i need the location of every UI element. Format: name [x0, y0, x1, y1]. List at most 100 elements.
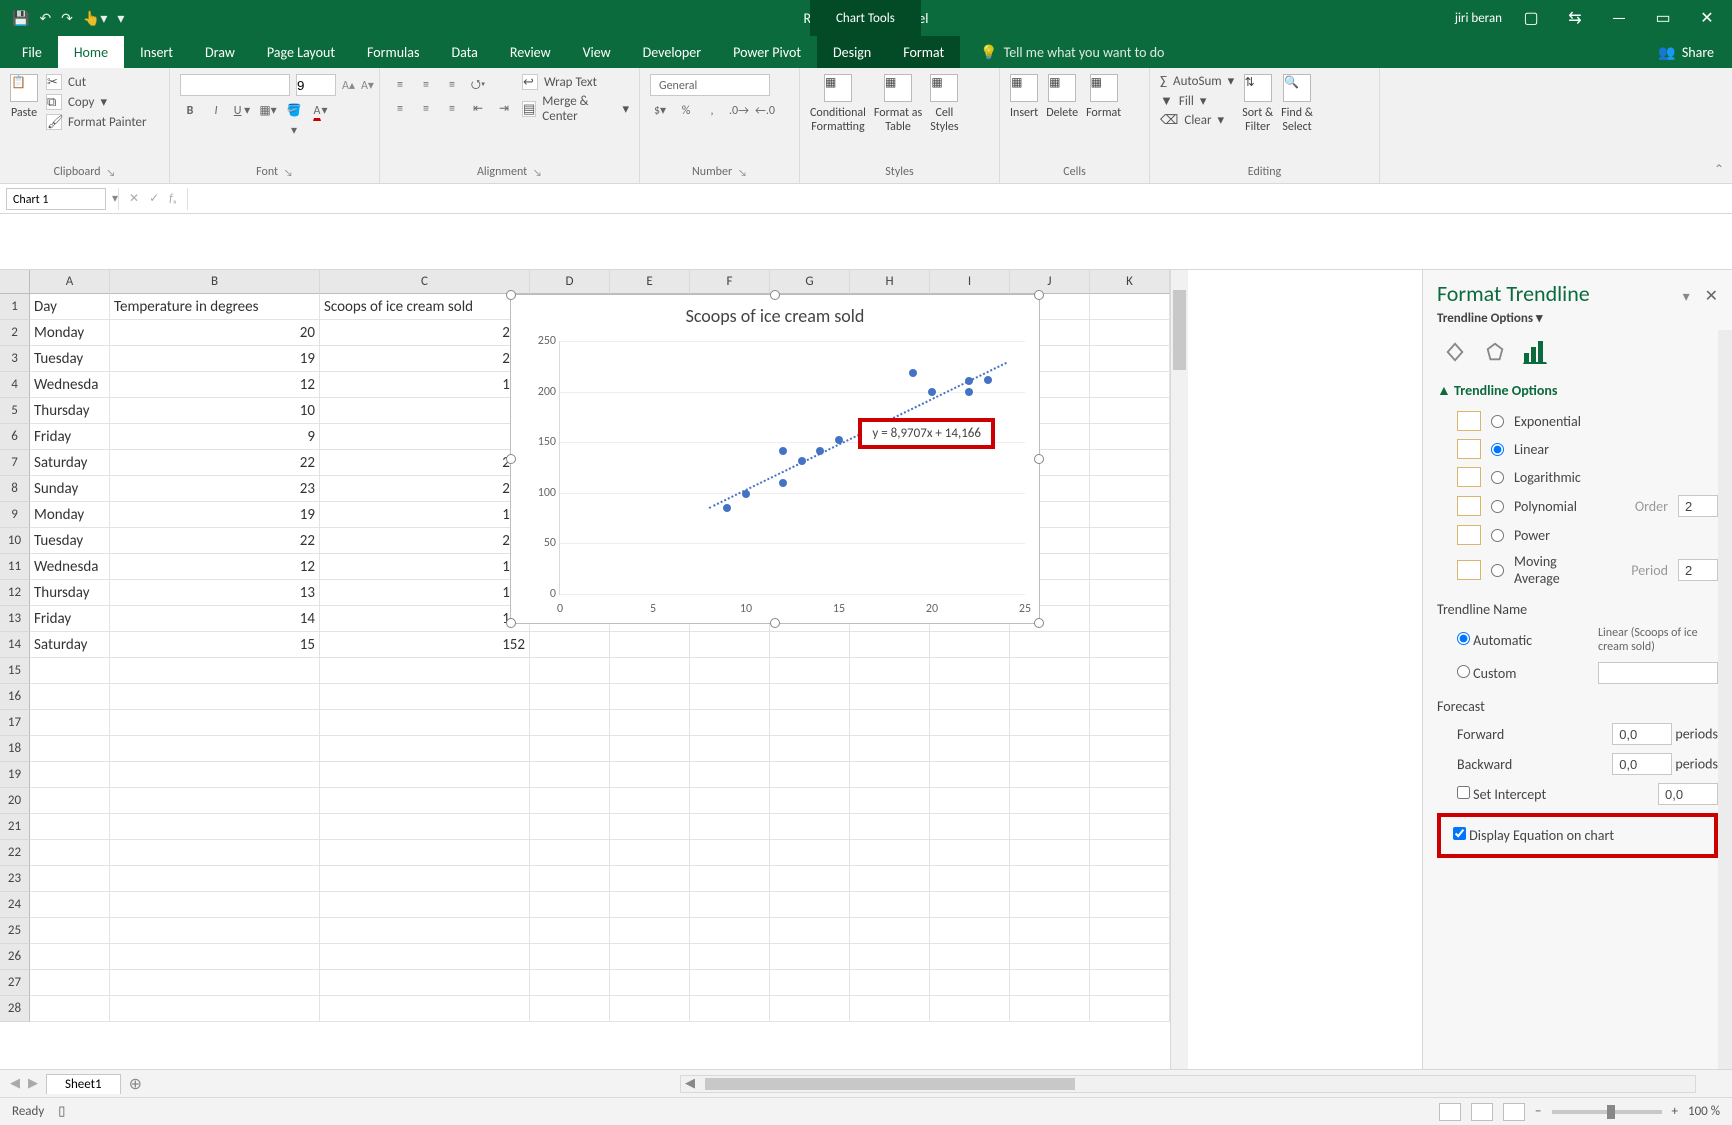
cell[interactable]	[1090, 996, 1170, 1022]
cell[interactable]	[530, 944, 610, 970]
cell[interactable]	[530, 710, 610, 736]
chart-resize-handle[interactable]	[1034, 454, 1044, 464]
cell[interactable]: 10	[110, 398, 320, 424]
tab-developer[interactable]: Developer	[627, 36, 717, 68]
redo-icon[interactable]: ↷	[61, 10, 73, 27]
cell[interactable]	[770, 710, 850, 736]
cell[interactable]	[610, 892, 690, 918]
page-break-view-icon[interactable]	[1503, 1103, 1525, 1121]
cell[interactable]	[690, 840, 770, 866]
cell[interactable]	[770, 866, 850, 892]
cell[interactable]	[930, 866, 1010, 892]
cell[interactable]	[610, 840, 690, 866]
cell[interactable]	[1010, 762, 1090, 788]
cell[interactable]	[1010, 892, 1090, 918]
scroll-left-icon[interactable]: ◀	[681, 1076, 699, 1091]
cell[interactable]	[30, 996, 110, 1022]
enter-formula-icon[interactable]: ✓	[149, 191, 159, 206]
cell[interactable]	[1090, 424, 1170, 450]
cell[interactable]	[30, 788, 110, 814]
cell[interactable]	[320, 684, 530, 710]
cell[interactable]	[110, 944, 320, 970]
cell[interactable]	[1090, 918, 1170, 944]
cell[interactable]	[30, 970, 110, 996]
tab-format[interactable]: Format	[887, 36, 960, 68]
column-header-D[interactable]: D	[530, 270, 610, 294]
cell[interactable]	[770, 892, 850, 918]
column-header-H[interactable]: H	[850, 270, 930, 294]
cell[interactable]	[930, 684, 1010, 710]
pane-subtitle[interactable]: Trendline Options	[1437, 311, 1533, 326]
cell[interactable]	[690, 866, 770, 892]
row-header[interactable]: 7	[0, 450, 30, 476]
cell[interactable]: Wednesda	[30, 554, 110, 580]
row-header[interactable]: 1	[0, 294, 30, 320]
data-point[interactable]	[779, 479, 787, 487]
decrease-decimal-icon[interactable]: ←.0	[754, 100, 774, 120]
cell[interactable]	[1010, 632, 1090, 658]
cell[interactable]	[1090, 502, 1170, 528]
cell[interactable]: 170	[320, 502, 530, 528]
column-header-A[interactable]: A	[30, 270, 110, 294]
cell[interactable]	[30, 710, 110, 736]
cell[interactable]: 14	[110, 606, 320, 632]
cell[interactable]	[30, 918, 110, 944]
cell[interactable]: Tuesday	[30, 346, 110, 372]
collapse-ribbon-icon[interactable]: ⌃	[1714, 162, 1724, 177]
cell[interactable]: 9	[110, 424, 320, 450]
sheet-nav-next-icon[interactable]: ▶	[28, 1076, 38, 1091]
cell[interactable]	[1090, 632, 1170, 658]
data-point[interactable]	[779, 447, 787, 455]
cell[interactable]	[110, 918, 320, 944]
cell[interactable]	[850, 840, 930, 866]
cell[interactable]	[1090, 684, 1170, 710]
cell[interactable]	[530, 736, 610, 762]
cell[interactable]	[1090, 736, 1170, 762]
merge-center-button[interactable]: ▤Merge & Center ▾	[522, 94, 629, 124]
cell[interactable]	[770, 918, 850, 944]
cell[interactable]	[690, 632, 770, 658]
cell[interactable]	[850, 944, 930, 970]
cell[interactable]: 20	[110, 320, 320, 346]
underline-button[interactable]: U ▾	[232, 100, 252, 120]
cell[interactable]	[320, 814, 530, 840]
cell[interactable]: 200	[320, 320, 530, 346]
row-header[interactable]: 13	[0, 606, 30, 632]
cell[interactable]	[320, 944, 530, 970]
embedded-chart[interactable]: Scoops of ice cream sold 050100150200250…	[510, 294, 1040, 624]
cell[interactable]	[30, 814, 110, 840]
cell[interactable]	[930, 658, 1010, 684]
cell[interactable]	[1090, 814, 1170, 840]
cell[interactable]	[1010, 658, 1090, 684]
cell[interactable]	[1090, 944, 1170, 970]
row-header[interactable]: 11	[0, 554, 30, 580]
cell[interactable]	[530, 658, 610, 684]
clipboard-launcher-icon[interactable]: ↘	[107, 166, 116, 179]
cell[interactable]	[110, 970, 320, 996]
tab-page-layout[interactable]: Page Layout	[251, 36, 351, 68]
cell[interactable]	[610, 996, 690, 1022]
trendline-power-option[interactable]: Power	[1437, 521, 1718, 549]
cell[interactable]: 13	[110, 580, 320, 606]
cell[interactable]	[530, 996, 610, 1022]
normal-view-icon[interactable]	[1439, 1103, 1461, 1121]
cell[interactable]: 152	[320, 632, 530, 658]
cell[interactable]	[530, 918, 610, 944]
cell[interactable]	[610, 684, 690, 710]
zoom-level[interactable]: 100 %	[1688, 1104, 1720, 1119]
page-layout-view-icon[interactable]	[1471, 1103, 1493, 1121]
italic-button[interactable]: I	[206, 100, 226, 120]
cell[interactable]	[1010, 684, 1090, 710]
cell[interactable]	[320, 788, 530, 814]
cell[interactable]	[930, 840, 1010, 866]
row-header[interactable]: 14	[0, 632, 30, 658]
cell[interactable]	[110, 684, 320, 710]
cell[interactable]	[110, 788, 320, 814]
cell[interactable]: 210	[320, 450, 530, 476]
clear-button[interactable]: ⌫Clear ▾	[1160, 113, 1234, 128]
cell[interactable]	[530, 632, 610, 658]
cell[interactable]	[30, 762, 110, 788]
zoom-slider[interactable]	[1552, 1110, 1662, 1114]
cell[interactable]	[530, 814, 610, 840]
cell[interactable]	[1010, 736, 1090, 762]
